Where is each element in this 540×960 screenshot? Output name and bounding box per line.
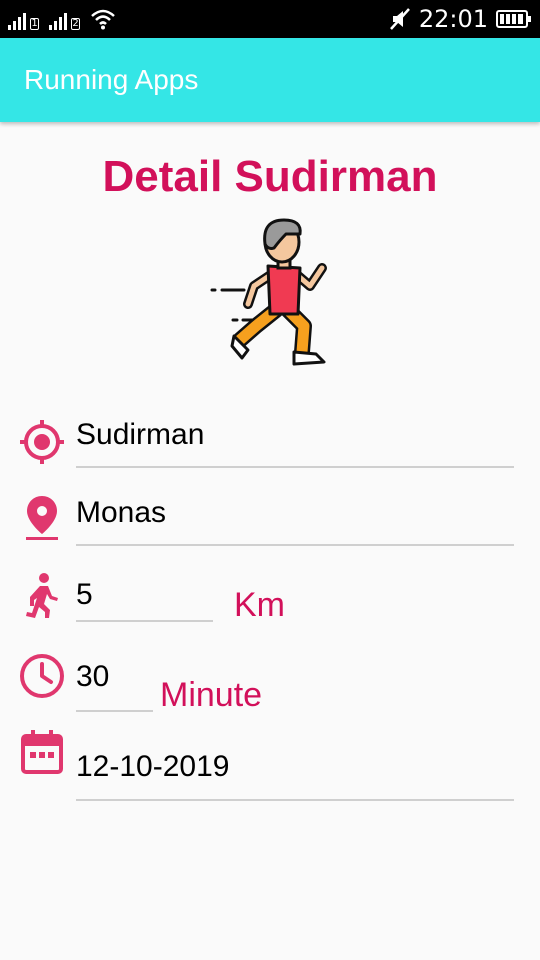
status-bar: 1 2 22:01 — [0, 0, 540, 38]
distance-unit: Km — [234, 586, 285, 624]
signal-1-icon — [8, 12, 26, 30]
runner-illustration — [210, 218, 327, 366]
signal-2-icon — [49, 12, 67, 30]
battery-icon — [496, 10, 531, 28]
location-underline — [76, 544, 514, 546]
mute-icon — [389, 8, 410, 30]
duration-unit: Minute — [160, 676, 263, 714]
date-field[interactable]: 12-10-2019 — [76, 750, 229, 784]
app-bar: Running Apps — [0, 38, 540, 122]
status-time: 22:01 — [418, 5, 488, 33]
date-underline — [76, 799, 514, 801]
location-field[interactable]: Monas — [76, 496, 166, 530]
duration-field[interactable]: 30 — [76, 660, 109, 694]
wifi-icon — [91, 9, 115, 30]
status-right: 22:01 — [389, 5, 532, 33]
name-underline — [76, 466, 514, 468]
page-title: Detail Sudirman — [102, 152, 438, 201]
app-title: Running Apps — [24, 64, 199, 95]
duration-underline — [76, 710, 153, 712]
running-person-icon — [26, 573, 58, 618]
calendar-icon — [21, 730, 63, 774]
sim-1-icon: 1 — [30, 18, 39, 30]
location-pin-icon — [26, 496, 58, 540]
distance-underline — [76, 620, 213, 622]
sim-2-icon: 2 — [71, 18, 80, 30]
target-icon — [20, 420, 64, 464]
name-field[interactable]: Sudirman — [76, 418, 204, 452]
distance-field[interactable]: 5 — [76, 578, 93, 612]
status-left: 1 2 — [8, 8, 116, 30]
clock-icon — [20, 654, 64, 698]
